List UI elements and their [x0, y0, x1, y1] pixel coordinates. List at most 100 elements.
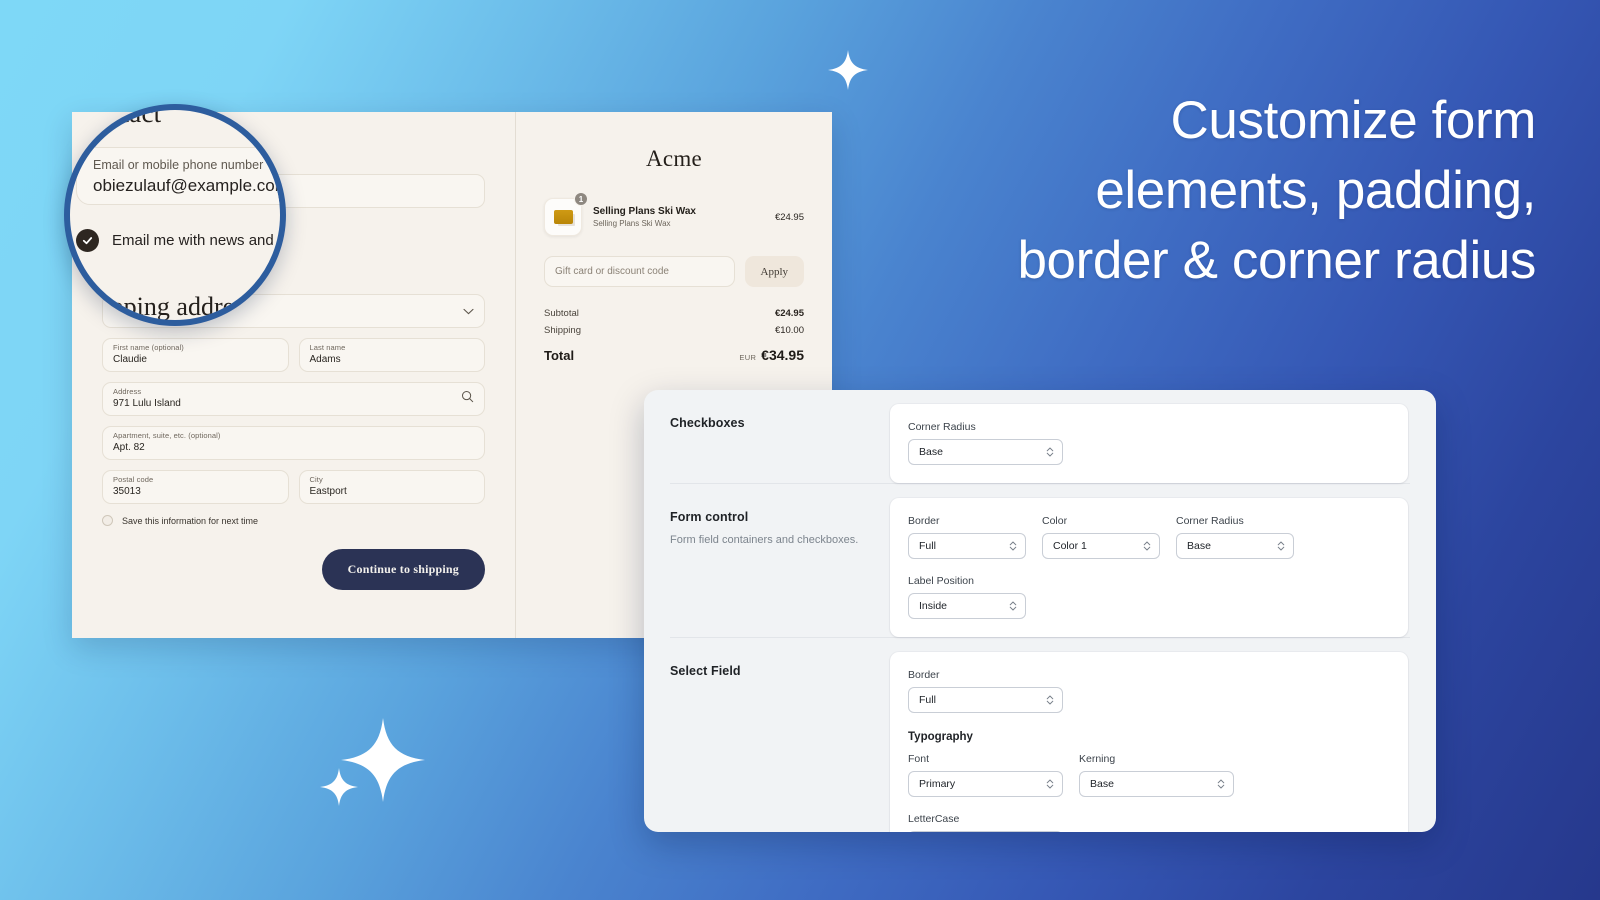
line-item-price: €24.95 — [774, 211, 804, 223]
continue-to-shipping-button[interactable]: Continue to shipping — [321, 549, 485, 590]
control-color: Color Color 1 — [1042, 515, 1160, 559]
total-currency: EUR — [739, 353, 757, 362]
control-label-font: Font — [908, 753, 930, 765]
apply-discount-button[interactable]: Apply — [744, 256, 804, 287]
select-lettercase[interactable]: None — [908, 831, 1063, 832]
search-icon[interactable] — [461, 390, 474, 408]
typography-heading: Typography — [908, 731, 973, 743]
magnified-email-field[interactable]: Email or mobile phone number obiezulauf@… — [76, 147, 286, 205]
headline: Customize form elements, padding, border… — [836, 86, 1536, 296]
select-field-card: Border Full Typography Font Primary Kern… — [890, 652, 1408, 832]
control-label-border: Border — [908, 515, 940, 527]
last-name-value: Adams — [309, 354, 341, 365]
address-label: Address — [113, 387, 142, 396]
totals-list: Subtotal €24.95 Shipping €10.00 Total EU… — [544, 305, 804, 368]
magnified-contact-heading: Contact — [76, 104, 162, 128]
section-title-checkboxes: Checkboxes — [670, 416, 745, 430]
control-corner-radius: Corner Radius Base — [1176, 515, 1294, 559]
chevron-updown-icon — [1009, 601, 1017, 612]
address-value: 971 Lulu Island — [113, 398, 181, 409]
line-item: 1 Selling Plans Ski Wax Selling Plans Sk… — [544, 192, 804, 236]
typography-row-1: Font Primary Kerning Base LetterCase — [908, 753, 1390, 832]
last-name-field[interactable]: Last name Adams — [298, 338, 485, 372]
settings-section-form-control: Form control Form field containers and c… — [644, 484, 1436, 637]
control-border: Border Full — [908, 515, 1026, 559]
address-field[interactable]: Address 971 Lulu Island — [102, 382, 485, 416]
totals-row-subtotal: Subtotal €24.95 — [544, 305, 804, 322]
magnifier-content: Contact Email or mobile phone number obi… — [70, 104, 286, 320]
settings-section-checkboxes: Checkboxes Corner Radius Base — [644, 390, 1436, 483]
select-corner-radius[interactable]: Base — [908, 439, 1063, 465]
chevron-updown-icon — [1046, 779, 1054, 790]
chevron-updown-icon — [1009, 541, 1017, 552]
control-label-label-position: Label Position — [908, 575, 974, 587]
section-desc-form-control: Form field containers and checkboxes. — [670, 534, 859, 546]
shipping-value: €10.00 — [774, 325, 804, 336]
headline-line-3: border & corner radius — [1017, 231, 1536, 290]
checkbox-unchecked-icon — [102, 515, 113, 526]
section-form-control-right: Border Full Color Color 1 Corner Radius … — [890, 484, 1436, 637]
line-item-title: Selling Plans Ski Wax — [593, 205, 696, 217]
shop-name: Acme — [645, 146, 703, 171]
control-label-color: Color — [1042, 515, 1068, 527]
shipping-label: Shipping — [544, 325, 581, 336]
control-label-lettercase: LetterCase — [908, 813, 960, 825]
select-value-corner-radius: Base — [1187, 540, 1211, 552]
line-item-texts: Selling Plans Ski Wax Selling Plans Ski … — [593, 205, 764, 230]
postal-code-value: 35013 — [113, 486, 141, 497]
chevron-updown-icon — [1143, 541, 1151, 552]
magnified-email-label: Email or mobile phone number — [93, 158, 264, 172]
checkbox-checked-icon — [76, 229, 99, 252]
section-select-field-right: Border Full Typography Font Primary Kern… — [890, 638, 1436, 832]
total-value: €34.95 — [761, 347, 804, 363]
postal-code-field[interactable]: Postal code 35013 — [102, 470, 289, 504]
magnified-email-value: obiezulauf@example.com — [93, 176, 286, 195]
section-checkboxes-right: Corner Radius Base — [890, 390, 1436, 483]
apartment-value: Apt. 82 — [113, 442, 145, 453]
control-label-corner-radius: Corner Radius — [1176, 515, 1244, 527]
discount-code-input[interactable]: Gift card or discount code — [544, 256, 735, 287]
form-control-controls: Border Full Color Color 1 Corner Radius … — [908, 515, 1390, 619]
select-value-label-position: Inside — [919, 600, 948, 612]
save-info-checkbox[interactable]: Save this information for next time — [102, 515, 485, 526]
subtotal-value: €24.95 — [774, 308, 804, 319]
headline-line-2: elements, padding, — [1095, 161, 1536, 220]
last-name-label: Last name — [309, 343, 346, 352]
checkboxes-card: Corner Radius Base — [890, 404, 1408, 483]
select-corner-radius[interactable]: Base — [1176, 533, 1294, 559]
section-checkboxes-left: Checkboxes — [644, 390, 890, 483]
city-field[interactable]: City Eastport — [298, 470, 485, 504]
section-title-form-control: Form control — [670, 510, 749, 524]
section-select-field-left: Select Field — [644, 638, 890, 832]
select-value-border: Full — [919, 694, 936, 706]
select-value-kerning: Base — [1090, 778, 1114, 790]
sparkle-icon-small — [320, 768, 358, 806]
first-name-field[interactable]: First name (optional) Claudie — [102, 338, 289, 372]
select-label-position[interactable]: Inside — [908, 593, 1026, 619]
settings-panel: Checkboxes Corner Radius Base Form contr… — [644, 390, 1436, 832]
magnified-newsletter-checkbox[interactable]: Email me with news and offers — [76, 229, 280, 252]
select-font[interactable]: Primary — [908, 771, 1063, 797]
product-thumbnail-wrap: 1 — [544, 192, 588, 236]
select-kerning[interactable]: Base — [1079, 771, 1234, 797]
city-value: Eastport — [309, 486, 347, 497]
section-form-control-left: Form control Form field containers and c… — [644, 484, 890, 637]
poster-canvas: Contact Email or mobile phone number obi… — [0, 0, 1600, 900]
apartment-label: Apartment, suite, etc. (optional) — [113, 431, 221, 440]
section-title-select-field: Select Field — [670, 664, 741, 678]
totals-row-shipping: Shipping €10.00 — [544, 322, 804, 339]
control-lettercase: LetterCase None — [908, 813, 1063, 832]
control-border: Border Full — [908, 669, 1063, 713]
select-border[interactable]: Full — [908, 533, 1026, 559]
select-border[interactable]: Full — [908, 687, 1063, 713]
discount-row: Gift card or discount code Apply — [544, 256, 804, 287]
sparkle-icon-top — [828, 50, 868, 90]
total-amount-wrap: EUR €34.95 — [739, 347, 804, 365]
save-info-checkbox-label: Save this information for next time — [122, 515, 259, 526]
first-name-value: Claudie — [113, 354, 147, 365]
control-label-corner-radius: Corner Radius — [908, 421, 976, 433]
apartment-field[interactable]: Apartment, suite, etc. (optional) Apt. 8… — [102, 426, 485, 460]
postal-code-label: Postal code — [113, 475, 154, 484]
chevron-updown-icon — [1217, 779, 1225, 790]
select-color[interactable]: Color 1 — [1042, 533, 1160, 559]
